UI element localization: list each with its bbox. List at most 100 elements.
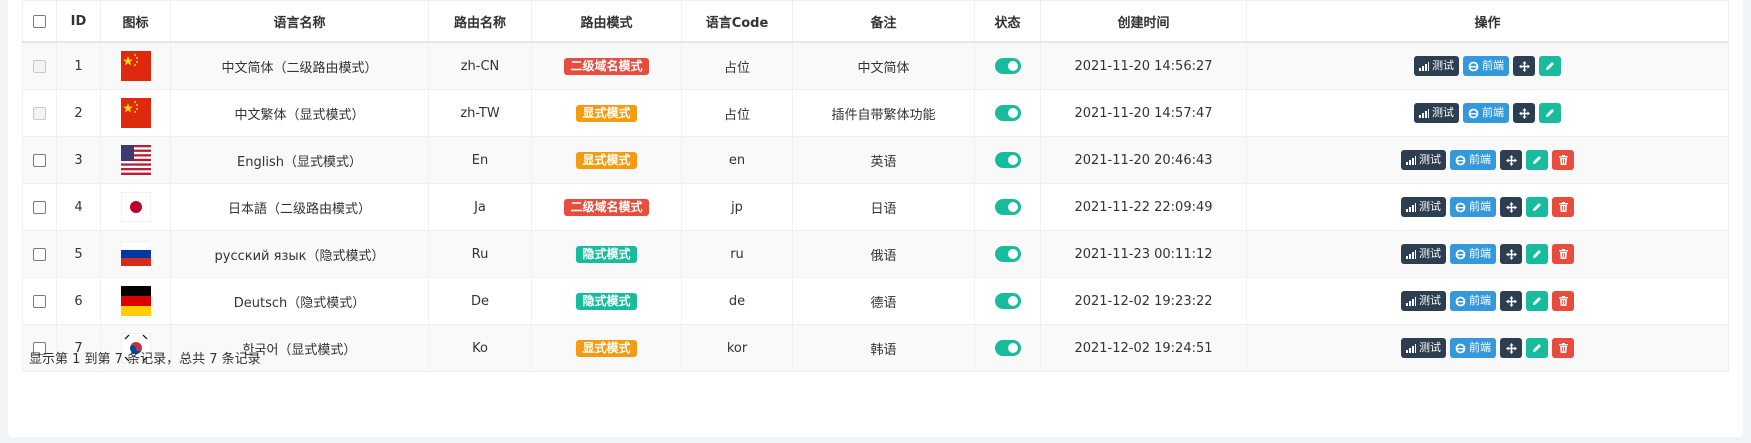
test-button[interactable]: 测试	[1401, 338, 1446, 358]
toggle-knob	[1007, 249, 1018, 259]
row-id: 6	[56, 277, 101, 325]
test-button-label: 测试	[1432, 106, 1454, 119]
frontend-button[interactable]: 前端	[1450, 150, 1496, 170]
frontend-button-label: 前端	[1469, 247, 1491, 260]
test-button[interactable]: 测试	[1401, 150, 1446, 170]
table-row[interactable]: 2 中文繁体（显式模式） zh-TW 显式模式 占位 插件自带繁体功能 2021-11-20…	[22, 89, 1729, 137]
table-body: 1 中文简体（二级路由模式） zh-CN 二级域名模式 占位 中文简体 2021-11-20…	[22, 41, 1729, 372]
row-checkbox[interactable]	[33, 153, 46, 167]
language-table: ID 图标 语言名称 路由名称 路由模式 语言Code 备注 状态 创建时间 操…	[22, 0, 1729, 372]
edit-button[interactable]	[1526, 291, 1548, 311]
drag-sort-button[interactable]	[1513, 56, 1535, 76]
row-select-cell[interactable]	[22, 136, 57, 184]
signal-icon	[1406, 202, 1416, 212]
edit-button[interactable]	[1526, 244, 1548, 264]
row-route-mode-cell: 显式模式	[531, 136, 682, 184]
delete-button[interactable]	[1552, 291, 1574, 311]
test-button[interactable]: 测试	[1401, 291, 1446, 311]
edit-button[interactable]	[1539, 56, 1561, 76]
trash-icon	[1558, 249, 1568, 259]
table-row[interactable]: 1 中文简体（二级路由模式） zh-CN 二级域名模式 占位 中文简体 2021-11-20…	[22, 41, 1729, 90]
pagination-info: 显示第 1 到第 7 条记录，总共 7 条记录	[29, 352, 261, 367]
frontend-button[interactable]: 前端	[1450, 338, 1496, 358]
row-checkbox[interactable]	[33, 247, 46, 261]
header-select-all[interactable]	[22, 0, 57, 43]
table-row[interactable]: 7 한국어（显式模式） Ko 显式模式 kor 韩语 2021-12-02 19:24:51…	[22, 324, 1729, 372]
pencil-icon	[1532, 343, 1542, 353]
row-route-mode-cell: 二级域名模式	[531, 183, 682, 231]
frontend-button[interactable]: 前端	[1463, 103, 1509, 123]
drag-sort-button[interactable]	[1500, 244, 1522, 264]
status-toggle[interactable]	[994, 105, 1021, 121]
row-actions: 测试 前端	[1401, 291, 1574, 311]
row-select-cell[interactable]	[22, 230, 57, 278]
edit-button[interactable]	[1539, 103, 1561, 123]
drag-sort-button[interactable]	[1500, 338, 1522, 358]
row-select-cell[interactable]	[22, 183, 57, 231]
row-status-cell	[974, 89, 1041, 137]
ie-icon	[1468, 61, 1479, 72]
status-toggle[interactable]	[994, 199, 1021, 215]
pencil-icon	[1532, 249, 1542, 259]
row-checkbox[interactable]	[33, 294, 46, 308]
frontend-button[interactable]: 前端	[1463, 56, 1509, 76]
row-route-mode-cell: 隐式模式	[531, 277, 682, 325]
frontend-button[interactable]: 前端	[1450, 197, 1496, 217]
drag-sort-button[interactable]	[1513, 103, 1535, 123]
flag-jp-icon	[120, 192, 151, 222]
status-toggle[interactable]	[994, 293, 1021, 309]
frontend-button[interactable]: 前端	[1450, 244, 1496, 264]
status-toggle[interactable]	[994, 246, 1021, 262]
drag-sort-button[interactable]	[1500, 291, 1522, 311]
status-toggle[interactable]	[994, 340, 1021, 356]
row-language-name: English（显式模式）	[170, 136, 429, 184]
header-remark: 备注	[792, 0, 975, 43]
row-id: 3	[56, 136, 101, 184]
frontend-button[interactable]: 前端	[1450, 291, 1496, 311]
arrows-icon	[1505, 295, 1517, 307]
delete-button[interactable]	[1552, 150, 1574, 170]
row-select-cell[interactable]	[22, 41, 57, 90]
arrows-icon	[1505, 154, 1517, 166]
row-route-name: zh-CN	[428, 41, 532, 90]
row-route-mode-cell: 显式模式	[531, 324, 682, 372]
delete-button[interactable]	[1552, 338, 1574, 358]
test-button[interactable]: 测试	[1414, 103, 1459, 123]
edit-button[interactable]	[1526, 338, 1548, 358]
arrows-icon	[1518, 107, 1530, 119]
status-toggle[interactable]	[994, 58, 1021, 74]
row-status-cell	[974, 277, 1041, 325]
delete-button[interactable]	[1552, 197, 1574, 217]
table-row[interactable]: 5 русский язык（隐式模式） Ru 隐式模式 ru 俄语 2021-11-23 …	[22, 230, 1729, 278]
row-select-cell[interactable]	[22, 89, 57, 137]
table-row[interactable]: 4 日本語（二级路由模式） Ja 二级域名模式 jp 日语 2021-11-22 22:09…	[22, 183, 1729, 231]
test-button[interactable]: 测试	[1401, 197, 1446, 217]
test-button[interactable]: 测试	[1414, 56, 1459, 76]
row-route-name: Ru	[428, 230, 532, 278]
signal-icon	[1419, 61, 1429, 71]
edit-button[interactable]	[1526, 197, 1548, 217]
delete-button[interactable]	[1552, 244, 1574, 264]
table-row[interactable]: 6 Deutsch（隐式模式） De 隐式模式 de 德语 2021-12-02 19:23…	[22, 277, 1729, 325]
row-language-code: ru	[681, 230, 793, 278]
signal-icon	[1406, 155, 1416, 165]
header-id[interactable]: ID	[56, 0, 101, 43]
drag-sort-button[interactable]	[1500, 197, 1522, 217]
drag-sort-button[interactable]	[1500, 150, 1522, 170]
row-route-name: De	[428, 277, 532, 325]
signal-icon	[1406, 249, 1416, 259]
row-actions-cell: 测试 前端	[1246, 324, 1729, 372]
status-toggle[interactable]	[994, 152, 1021, 168]
table-row[interactable]: 3 English（显式模式） En 显式模式 en 英语 2021-11-20 20:46…	[22, 136, 1729, 184]
test-button[interactable]: 测试	[1401, 244, 1446, 264]
row-actions-cell: 测试 前端	[1246, 230, 1729, 278]
row-language-name: Deutsch（隐式模式）	[170, 277, 429, 325]
ie-icon	[1455, 343, 1466, 354]
row-route-mode-cell: 隐式模式	[531, 230, 682, 278]
content-panel: ID 图标 语言名称 路由名称 路由模式 语言Code 备注 状态 创建时间 操…	[8, 0, 1743, 437]
row-checkbox[interactable]	[33, 200, 46, 214]
row-language-code: 占位	[681, 41, 793, 90]
row-select-cell[interactable]	[22, 277, 57, 325]
select-all-checkbox[interactable]	[33, 14, 46, 28]
edit-button[interactable]	[1526, 150, 1548, 170]
